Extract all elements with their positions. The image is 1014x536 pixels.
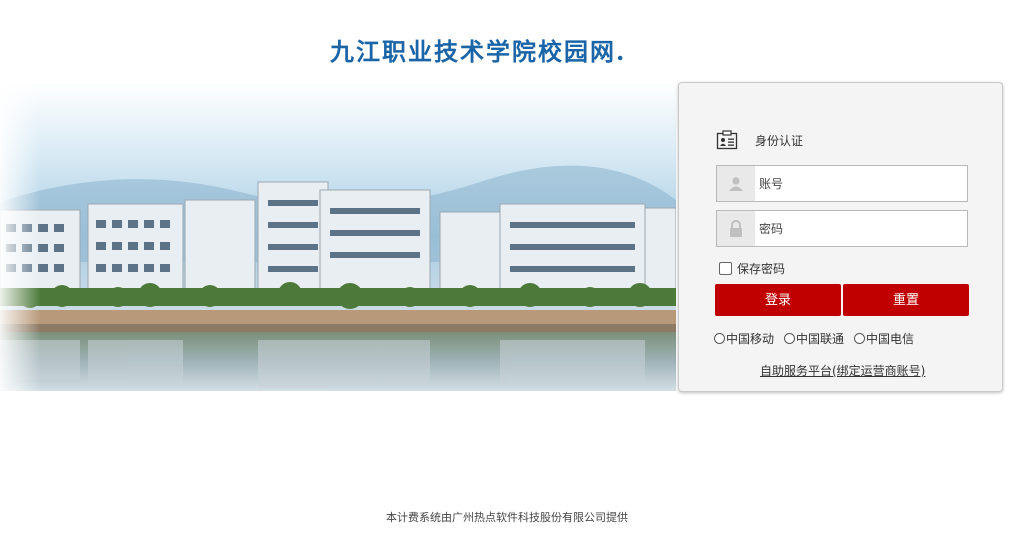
self-service-link[interactable]: 自助服务平台(绑定运营商账号) bbox=[760, 362, 925, 379]
username-field[interactable] bbox=[716, 165, 968, 202]
isp-option-mobile[interactable]: 中国移动 bbox=[714, 330, 774, 347]
id-card-icon bbox=[716, 129, 738, 151]
lock-icon bbox=[717, 211, 755, 246]
auth-label: 身份认证 bbox=[755, 133, 804, 148]
username-input[interactable] bbox=[759, 166, 959, 201]
footer-text: 本计费系统由广州热点软件科技股份有限公司提供 bbox=[386, 511, 628, 524]
isp-option-telecom[interactable]: 中国电信 bbox=[854, 330, 914, 347]
radio-mobile[interactable] bbox=[714, 333, 725, 344]
remember-checkbox[interactable] bbox=[719, 262, 732, 275]
user-icon bbox=[717, 166, 755, 201]
radio-telecom[interactable] bbox=[854, 333, 866, 344]
auth-header: 身份认证 bbox=[716, 128, 803, 152]
radio-unicom[interactable] bbox=[784, 333, 796, 344]
login-panel: 身份认证 保存密码 登录 重置 中国移动 中国 bbox=[678, 82, 1003, 392]
reset-button[interactable]: 重置 bbox=[843, 284, 969, 316]
remember-label: 保存密码 bbox=[737, 262, 786, 276]
campus-banner-image bbox=[0, 82, 676, 391]
remember-password[interactable]: 保存密码 bbox=[719, 260, 785, 277]
isp-label-mobile: 中国移动 bbox=[726, 332, 775, 346]
isp-options: 中国移动 中国联通 中国电信 bbox=[714, 330, 924, 347]
site-title: 九江职业技术学院校园网. bbox=[330, 37, 627, 66]
login-button[interactable]: 登录 bbox=[715, 284, 841, 316]
isp-option-unicom[interactable]: 中国联通 bbox=[784, 330, 844, 347]
isp-label-telecom: 中国电信 bbox=[866, 332, 915, 346]
isp-label-unicom: 中国联通 bbox=[796, 332, 845, 346]
password-input[interactable] bbox=[759, 211, 959, 246]
password-field[interactable] bbox=[716, 210, 968, 247]
